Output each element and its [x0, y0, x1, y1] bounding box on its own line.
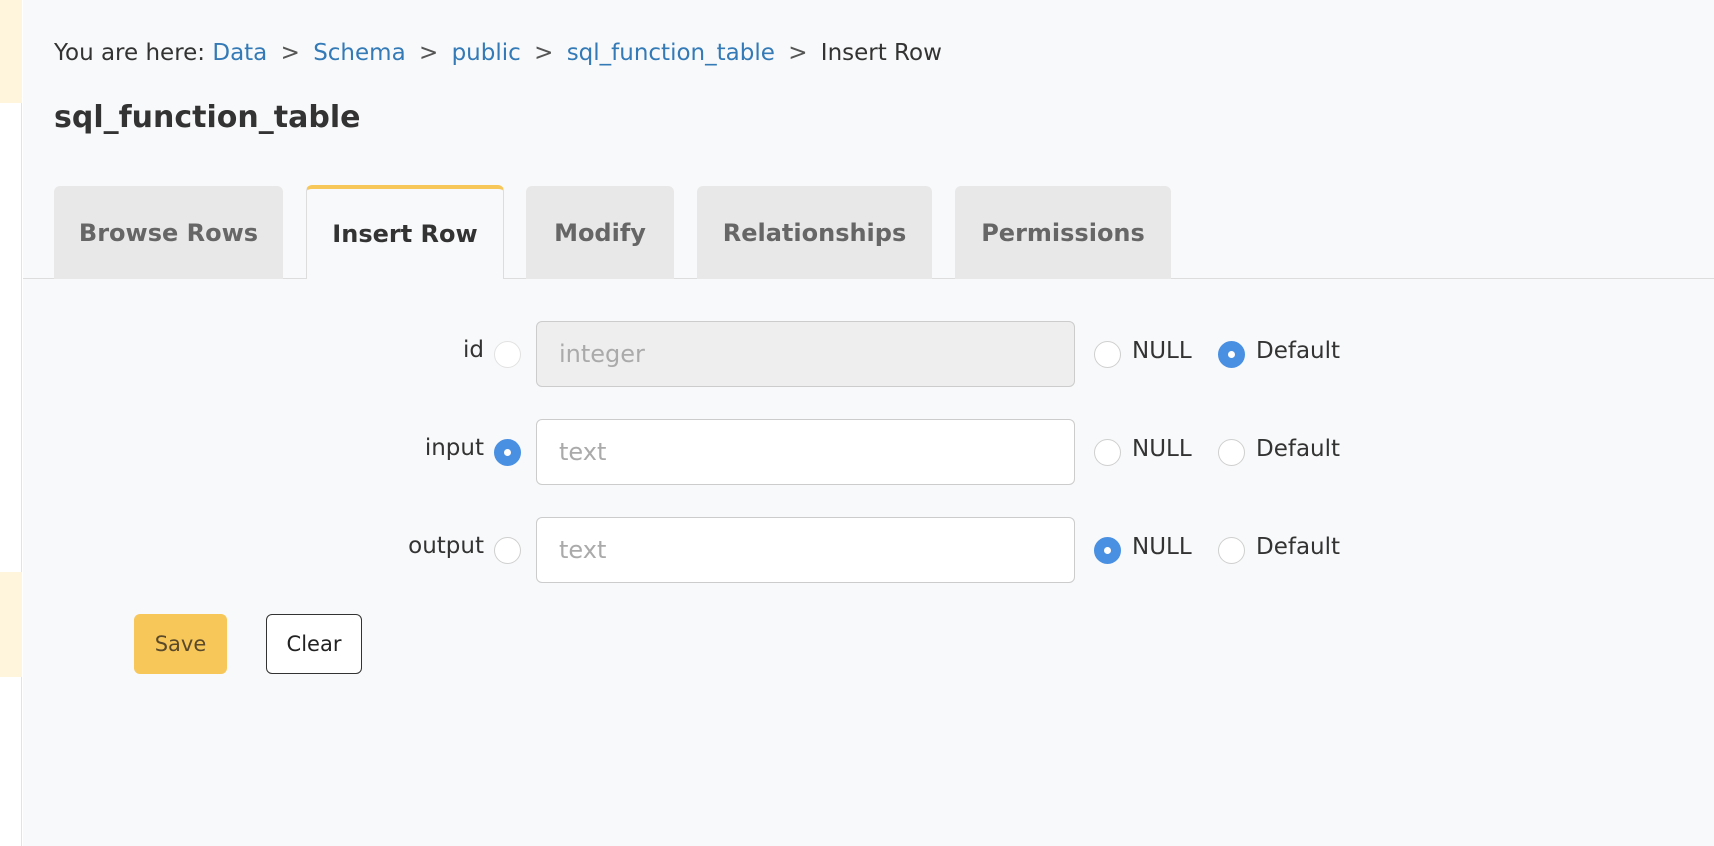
- page-title: sql_function_table: [54, 100, 361, 135]
- field-row-output: output NULL Default: [23, 517, 1714, 583]
- output-default-label: Default: [1256, 534, 1341, 560]
- tab-browse-rows[interactable]: Browse Rows: [54, 186, 283, 279]
- input-null-label: NULL: [1132, 436, 1192, 462]
- field-label-input: input: [424, 435, 484, 461]
- id-null-label: NULL: [1132, 338, 1192, 364]
- field-row-id: id NULL Default: [23, 321, 1714, 387]
- tab-insert-row[interactable]: Insert Row: [306, 185, 504, 279]
- breadcrumb-separator: >: [788, 40, 808, 66]
- id-default-radio[interactable]: [1218, 341, 1245, 368]
- save-button[interactable]: Save: [134, 614, 227, 674]
- sidebar-highlight: [0, 0, 22, 103]
- field-label-output: output: [408, 533, 484, 559]
- breadcrumb-prefix: You are here:: [54, 40, 206, 66]
- field-row-input: input NULL Default: [23, 419, 1714, 485]
- input-null-radio[interactable]: [1094, 439, 1121, 466]
- breadcrumb-link-data[interactable]: Data: [212, 40, 267, 66]
- output-value-radio[interactable]: [494, 537, 521, 564]
- input-value-radio[interactable]: [494, 439, 521, 466]
- field-label-id: id: [463, 337, 484, 363]
- input-default-label: Default: [1256, 436, 1341, 462]
- breadcrumb-link-schema[interactable]: Schema: [313, 40, 405, 66]
- breadcrumb-separator: >: [418, 40, 439, 66]
- input-default-radio[interactable]: [1218, 439, 1245, 466]
- output-default-radio[interactable]: [1218, 537, 1245, 564]
- breadcrumb-link-table[interactable]: sql_function_table: [567, 40, 775, 66]
- breadcrumb: You are here: Data > Schema > public > s…: [54, 40, 942, 66]
- output-null-radio[interactable]: [1094, 537, 1121, 564]
- id-null-radio[interactable]: [1094, 341, 1121, 368]
- breadcrumb-separator: >: [280, 40, 300, 66]
- tab-permissions[interactable]: Permissions: [955, 186, 1171, 279]
- main-content: You are here: Data > Schema > public > s…: [23, 0, 1714, 846]
- id-value-radio[interactable]: [494, 341, 521, 368]
- output-null-label: NULL: [1132, 534, 1192, 560]
- clear-button[interactable]: Clear: [266, 614, 362, 674]
- tab-modify[interactable]: Modify: [526, 186, 674, 279]
- sidebar-highlight: [0, 572, 22, 677]
- id-default-label: Default: [1256, 338, 1341, 364]
- breadcrumb-separator: >: [534, 40, 554, 66]
- breadcrumb-link-public[interactable]: public: [452, 40, 521, 66]
- id-input[interactable]: [536, 321, 1075, 387]
- output-field[interactable]: [536, 517, 1075, 583]
- input-field[interactable]: [536, 419, 1075, 485]
- left-sidebar-edge: [0, 0, 22, 846]
- tab-relationships[interactable]: Relationships: [697, 186, 932, 279]
- breadcrumb-current: Insert Row: [820, 40, 942, 66]
